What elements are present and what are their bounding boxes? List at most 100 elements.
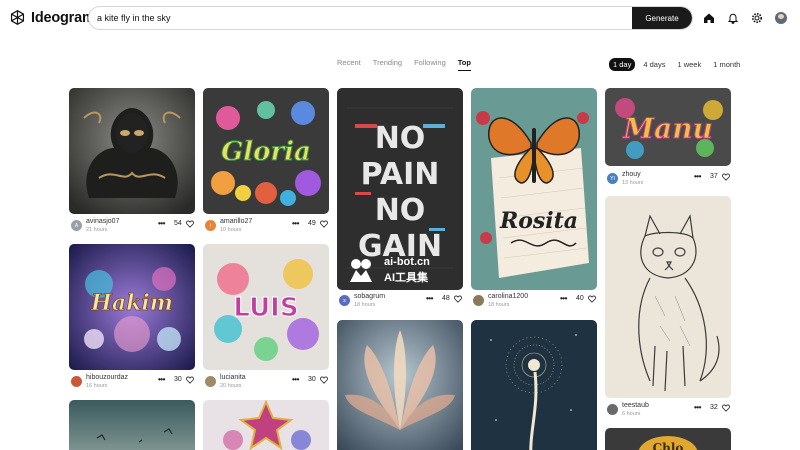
svg-text:Manu: Manu	[622, 112, 713, 145]
heart-icon[interactable]	[186, 220, 194, 228]
post-image[interactable]: Hakim	[69, 244, 195, 370]
more-options-icon[interactable]: •••	[292, 219, 299, 228]
author-avatar[interactable]	[607, 404, 618, 415]
author-name[interactable]: sobagrum	[354, 293, 385, 300]
watermark-url: ai-bot.cn	[384, 256, 430, 268]
author-avatar[interactable]	[71, 376, 82, 387]
post-time: 16 hours	[86, 383, 108, 389]
post-meta: s sobagrum 18 hours ••• 48	[337, 293, 463, 313]
ideogram-logo-icon	[10, 10, 25, 25]
svg-text:Hakim: Hakim	[90, 290, 173, 316]
author-name[interactable]: lucianita	[220, 374, 246, 381]
like-count: 32	[710, 404, 718, 411]
tab-following[interactable]: Following	[414, 58, 446, 71]
like-count: 49	[308, 220, 316, 227]
more-options-icon[interactable]: •••	[694, 403, 701, 412]
post-image[interactable]	[203, 400, 329, 450]
heart-icon[interactable]	[320, 376, 328, 384]
post-image[interactable]: LUIS	[203, 244, 329, 370]
svg-text:LUIS: LUIS	[233, 293, 298, 323]
generate-button[interactable]: Generate	[632, 7, 692, 29]
author-name[interactable]: amarillo27	[220, 218, 252, 225]
bell-icon[interactable]	[726, 11, 740, 25]
like-count: 54	[174, 220, 182, 227]
logo[interactable]: Ideogram	[9, 9, 95, 26]
like-count: 48	[442, 295, 450, 302]
post-meta: A avinasjo07 21 hours ••• 54	[69, 218, 195, 238]
svg-text:NO: NO	[375, 193, 426, 228]
svg-text:Gloria: Gloria	[221, 137, 311, 167]
author-avatar[interactable]: s	[339, 295, 350, 306]
more-options-icon[interactable]: •••	[560, 294, 567, 303]
top-bar: Ideogram Generate	[0, 0, 800, 36]
range-1-week[interactable]: 1 week	[673, 58, 705, 71]
post-image[interactable]: Rosita	[471, 88, 597, 290]
post-time: 10 hours	[220, 227, 242, 233]
post-meta: lucianita 20 hours ••• 30	[203, 374, 329, 394]
post-time: 21 hours	[86, 227, 108, 233]
prompt-search-bar: Generate	[88, 6, 693, 30]
author-avatar[interactable]: YI	[607, 173, 618, 184]
post-meta: hibouzourdaz 16 hours ••• 30	[69, 374, 195, 394]
gear-icon[interactable]	[750, 11, 764, 25]
heart-icon[interactable]	[722, 404, 730, 412]
post-image[interactable]: Gloria	[203, 88, 329, 214]
heart-icon[interactable]	[320, 220, 328, 228]
post-time: 20 hours	[220, 383, 242, 389]
tab-recent[interactable]: Recent	[337, 58, 361, 71]
post-image[interactable]	[471, 320, 597, 450]
author-avatar[interactable]	[473, 295, 484, 306]
range-1-day[interactable]: 1 day	[609, 58, 636, 71]
post-meta: carolina1200 18 hours ••• 40	[471, 293, 597, 313]
post-image[interactable]	[69, 400, 195, 450]
range-1-month[interactable]: 1 month	[709, 58, 744, 71]
post-image[interactable]	[69, 88, 195, 214]
time-range-filter: 1 day 4 days 1 week 1 month	[609, 58, 744, 71]
heart-icon[interactable]	[454, 295, 462, 303]
post-image[interactable]: Chlo	[605, 428, 731, 450]
more-options-icon[interactable]: •••	[694, 172, 701, 181]
author-name[interactable]: hibouzourdaz	[86, 374, 128, 381]
tab-trending[interactable]: Trending	[373, 58, 402, 71]
author-name[interactable]: carolina1200	[488, 293, 528, 300]
watermark: ai-bot.cn AI工具集	[346, 256, 466, 284]
like-count: 40	[576, 295, 584, 302]
svg-text:Chlo: Chlo	[653, 441, 684, 450]
like-count: 30	[174, 376, 182, 383]
more-options-icon[interactable]: •••	[158, 219, 165, 228]
prompt-input[interactable]	[97, 7, 627, 29]
author-avatar[interactable]	[205, 376, 216, 387]
author-name[interactable]: teestaub	[622, 402, 649, 409]
feed-tabs: Recent Trending Following Top	[337, 58, 472, 71]
tab-top[interactable]: Top	[457, 58, 472, 71]
watermark-logo-icon	[350, 259, 372, 282]
app-name: Ideogram	[31, 9, 95, 26]
post-image[interactable]	[337, 320, 463, 450]
post-time: 18 hours	[354, 302, 376, 308]
author-avatar[interactable]: i	[205, 220, 216, 231]
post-image[interactable]	[605, 196, 731, 398]
range-4-days[interactable]: 4 days	[639, 58, 669, 71]
user-avatar[interactable]	[775, 12, 787, 24]
author-name[interactable]: zhouy	[622, 171, 641, 178]
author-avatar[interactable]: A	[71, 220, 82, 231]
more-options-icon[interactable]: •••	[292, 375, 299, 384]
svg-text:PAIN: PAIN	[361, 157, 440, 192]
heart-icon[interactable]	[186, 376, 194, 384]
post-image[interactable]: Manu	[605, 88, 731, 166]
heart-icon[interactable]	[722, 173, 730, 181]
post-time: 6 hours	[622, 411, 641, 417]
post-time: 13 hours	[622, 180, 644, 186]
more-options-icon[interactable]: •••	[158, 375, 165, 384]
post-meta: YI zhouy 13 hours ••• 37	[605, 171, 731, 191]
more-options-icon[interactable]: •••	[426, 294, 433, 303]
post-time: 18 hours	[488, 302, 510, 308]
svg-text:Rosita: Rosita	[499, 208, 578, 234]
author-name[interactable]: avinasjo07	[86, 218, 119, 225]
home-icon[interactable]	[702, 11, 716, 25]
post-meta: i amarillo27 10 hours ••• 49	[203, 218, 329, 238]
like-count: 37	[710, 173, 718, 180]
heart-icon[interactable]	[588, 295, 596, 303]
svg-text:NO: NO	[375, 121, 426, 156]
post-meta: teestaub 6 hours ••• 32	[605, 402, 731, 422]
